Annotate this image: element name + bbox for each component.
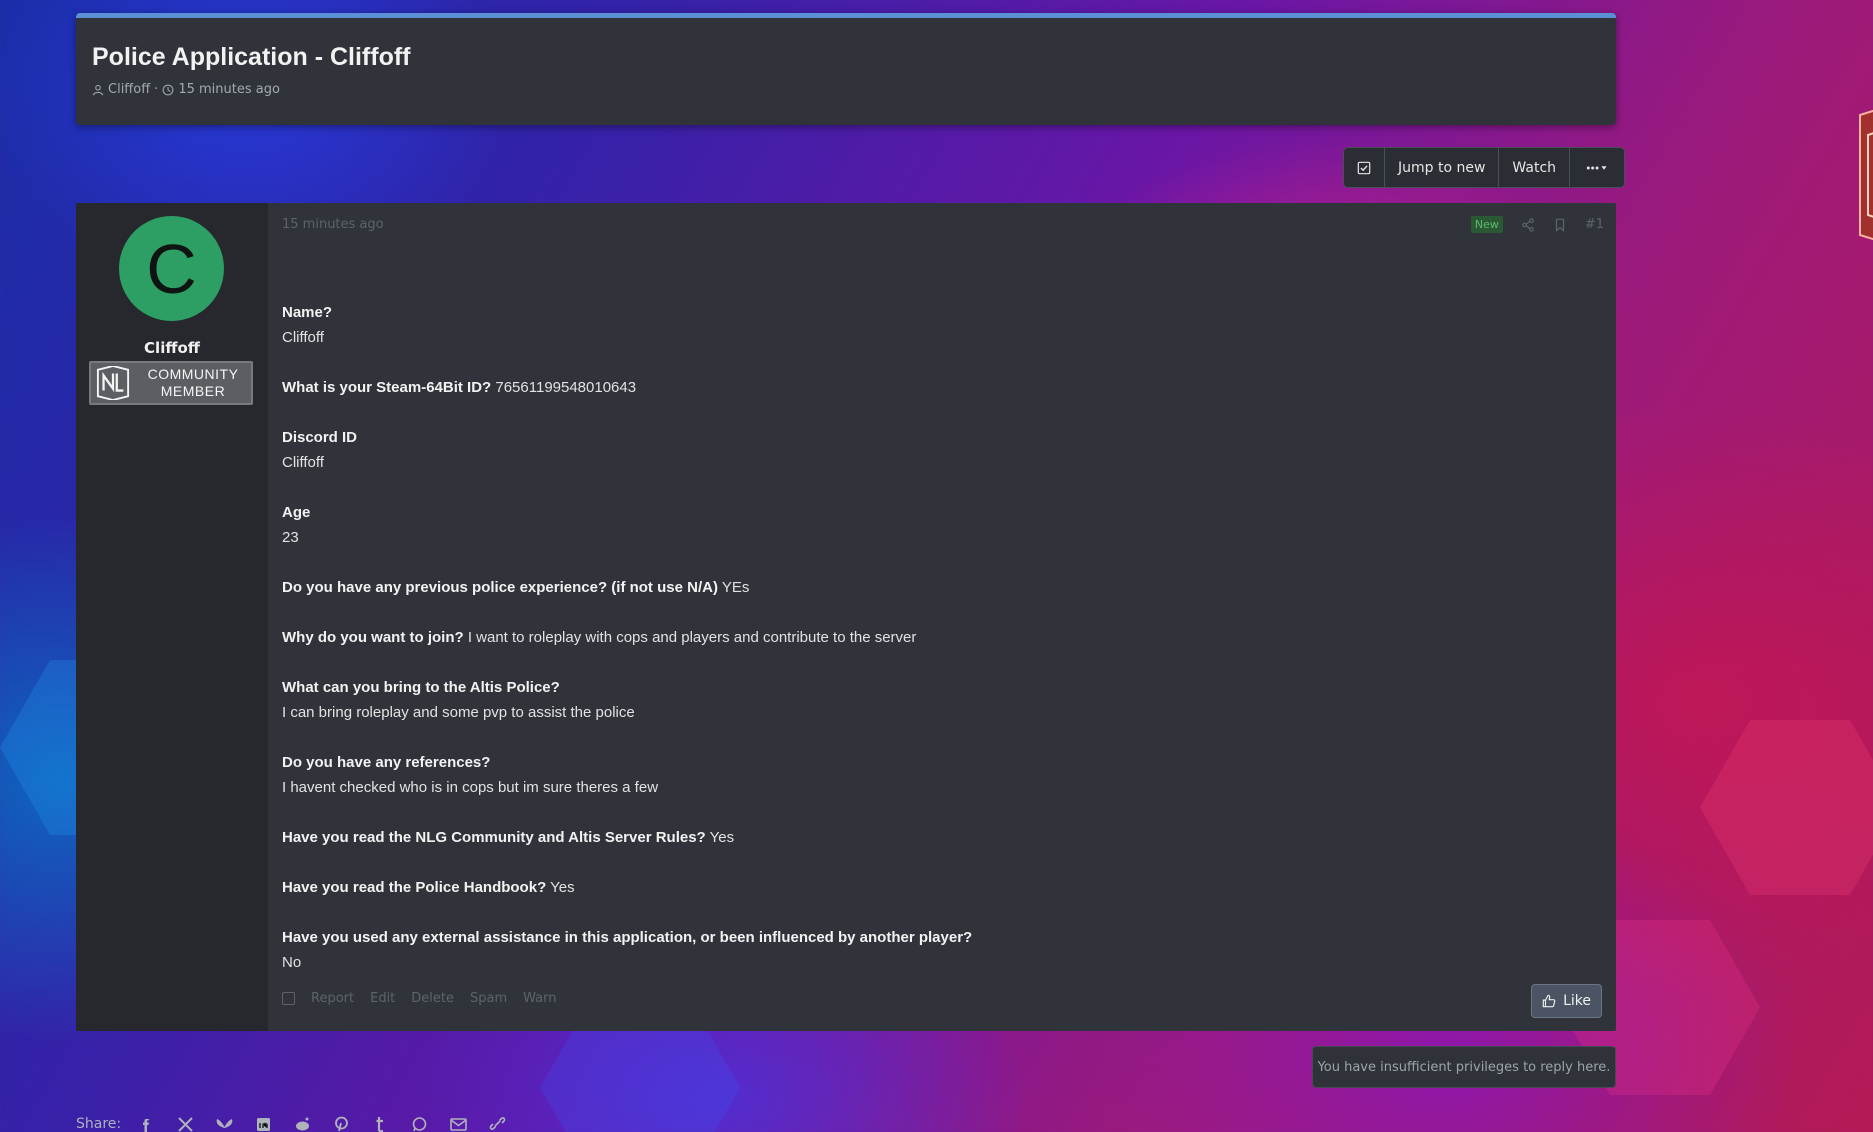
watch-button[interactable]: Watch: [1499, 148, 1571, 187]
edit-link[interactable]: Edit: [370, 991, 395, 1006]
answer-text: I havent checked who is in cops but im s…: [282, 779, 659, 796]
qa-block: Do you have any references? I havent chec…: [282, 750, 1596, 800]
post-number-link[interactable]: #1: [1585, 217, 1604, 232]
report-link[interactable]: Report: [311, 991, 354, 1006]
share-icon[interactable]: [1521, 217, 1535, 232]
whatsapp-icon[interactable]: [406, 1116, 433, 1132]
post-actions: Report Edit Delete Spam Warn: [282, 991, 557, 1006]
question-text: Discord ID: [282, 429, 358, 446]
banner-text: COMMUNITY MEMBER: [135, 366, 251, 400]
avatar[interactable]: C: [119, 216, 224, 321]
question-text: What is your Steam-64Bit ID?: [282, 379, 492, 396]
question-text: Have you used any external assistance in…: [282, 929, 973, 946]
thread-meta: Cliffoff · 15 minutes ago: [92, 82, 280, 97]
answer-text: I want to roleplay with cops and players…: [467, 629, 917, 646]
more-options-button[interactable]: [1570, 148, 1624, 187]
select-post-checkbox[interactable]: [282, 992, 295, 1005]
user-banner: COMMUNITY MEMBER: [89, 361, 253, 405]
post-date-link[interactable]: 15 minutes ago: [282, 217, 384, 232]
jump-to-new-button[interactable]: Jump to new: [1385, 148, 1500, 187]
question-text: Age: [282, 504, 311, 521]
answer-text: I can bring roleplay and some pvp to ass…: [282, 704, 635, 721]
qa-block: Do you have any previous police experien…: [282, 575, 1596, 600]
insufficient-privileges-notice: You have insufficient privileges to repl…: [1312, 1046, 1616, 1088]
banner-line1: COMMUNITY: [147, 366, 239, 382]
post-main: 15 minutes ago New #1 Name? Cliffoff What …: [268, 203, 1616, 1031]
answer-text: Yes: [709, 829, 735, 846]
link-icon[interactable]: [484, 1116, 511, 1132]
answer-text: YEs: [721, 579, 750, 596]
answer-text: No: [282, 954, 302, 971]
question-text: Why do you want to join?: [282, 629, 464, 646]
thumbs-up-icon: [1542, 994, 1556, 1008]
nlg-logo-icon: [91, 363, 135, 403]
tumblr-icon[interactable]: [367, 1116, 394, 1132]
reddit-icon[interactable]: [289, 1116, 316, 1132]
qa-block: Have you used any external assistance in…: [282, 925, 1596, 975]
warn-link[interactable]: Warn: [523, 991, 556, 1006]
linkedin-icon[interactable]: [250, 1116, 277, 1132]
checkbox-icon: [1357, 161, 1371, 174]
thread-date-link[interactable]: 15 minutes ago: [178, 82, 280, 97]
thread-author-link[interactable]: Cliffoff: [108, 82, 150, 97]
header-accent-bar: [76, 13, 1616, 18]
share-label: Share:: [76, 1116, 122, 1132]
bookmark-icon[interactable]: [1553, 218, 1567, 232]
question-text: Name?: [282, 304, 333, 321]
thread-toolbar: Jump to new Watch: [1343, 147, 1626, 188]
answer-text: 76561199548010643: [495, 379, 637, 396]
answer-text: Yes: [550, 879, 575, 896]
like-label: Like: [1563, 993, 1591, 1009]
question-text: Have you read the NLG Community and Alti…: [282, 829, 706, 846]
qa-block: Age 23: [282, 500, 1596, 550]
page-title: Police Application - Cliffoff: [92, 43, 411, 71]
like-button[interactable]: Like: [1531, 984, 1602, 1018]
answer-text: Cliffoff: [282, 454, 324, 471]
post: C Cliffoff COMMUNITY MEMBER 15 minutes a…: [76, 203, 1616, 1031]
post-attributes: New #1: [1470, 216, 1604, 233]
answer-text: Cliffoff: [282, 329, 324, 346]
thread-header: Police Application - Cliffoff Cliffoff ·…: [76, 13, 1616, 125]
question-text: Do you have any references?: [282, 754, 491, 771]
select-thread-button[interactable]: [1344, 148, 1385, 187]
user-icon: [92, 84, 104, 95]
spam-link[interactable]: Spam: [470, 991, 507, 1006]
post-username[interactable]: Cliffoff: [76, 339, 268, 357]
qa-block: Name? Cliffoff: [282, 300, 1596, 350]
answer-text: 23: [282, 529, 299, 546]
meta-separator: ·: [154, 82, 159, 97]
site-logo-edge: [1859, 109, 1873, 241]
new-badge: New: [1470, 216, 1503, 233]
x-icon[interactable]: [172, 1116, 199, 1132]
qa-block: Discord ID Cliffoff: [282, 425, 1596, 475]
share-bar: Share:: [76, 1116, 511, 1132]
post-body: Name? Cliffoff What is your Steam-64Bit ID…: [282, 300, 1596, 1000]
clock-icon: [162, 84, 174, 95]
question-text: Have you read the Police Handbook?: [282, 879, 547, 896]
qa-block: Why do you want to join? I want to rolep…: [282, 625, 1596, 650]
ellipsis-icon: [1586, 165, 1607, 170]
banner-line2: MEMBER: [160, 383, 226, 399]
question-text: What can you bring to the Altis Police?: [282, 679, 560, 696]
qa-block: What is your Steam-64Bit ID? 76561199548…: [282, 375, 1596, 400]
qa-block: Have you read the Police Handbook? Yes: [282, 875, 1596, 900]
question-text: Do you have any previous police experien…: [282, 579, 718, 596]
qa-block: What can you bring to the Altis Police? I…: [282, 675, 1596, 725]
pinterest-icon[interactable]: [328, 1116, 355, 1132]
qa-block: Have you read the NLG Community and Alti…: [282, 825, 1596, 850]
bluesky-icon[interactable]: [211, 1116, 238, 1132]
post-user-panel: C Cliffoff COMMUNITY MEMBER: [76, 203, 268, 1031]
background-hexagon: [1700, 720, 1873, 895]
facebook-icon[interactable]: [133, 1116, 160, 1132]
delete-link[interactable]: Delete: [411, 991, 454, 1006]
email-icon[interactable]: [445, 1116, 472, 1132]
